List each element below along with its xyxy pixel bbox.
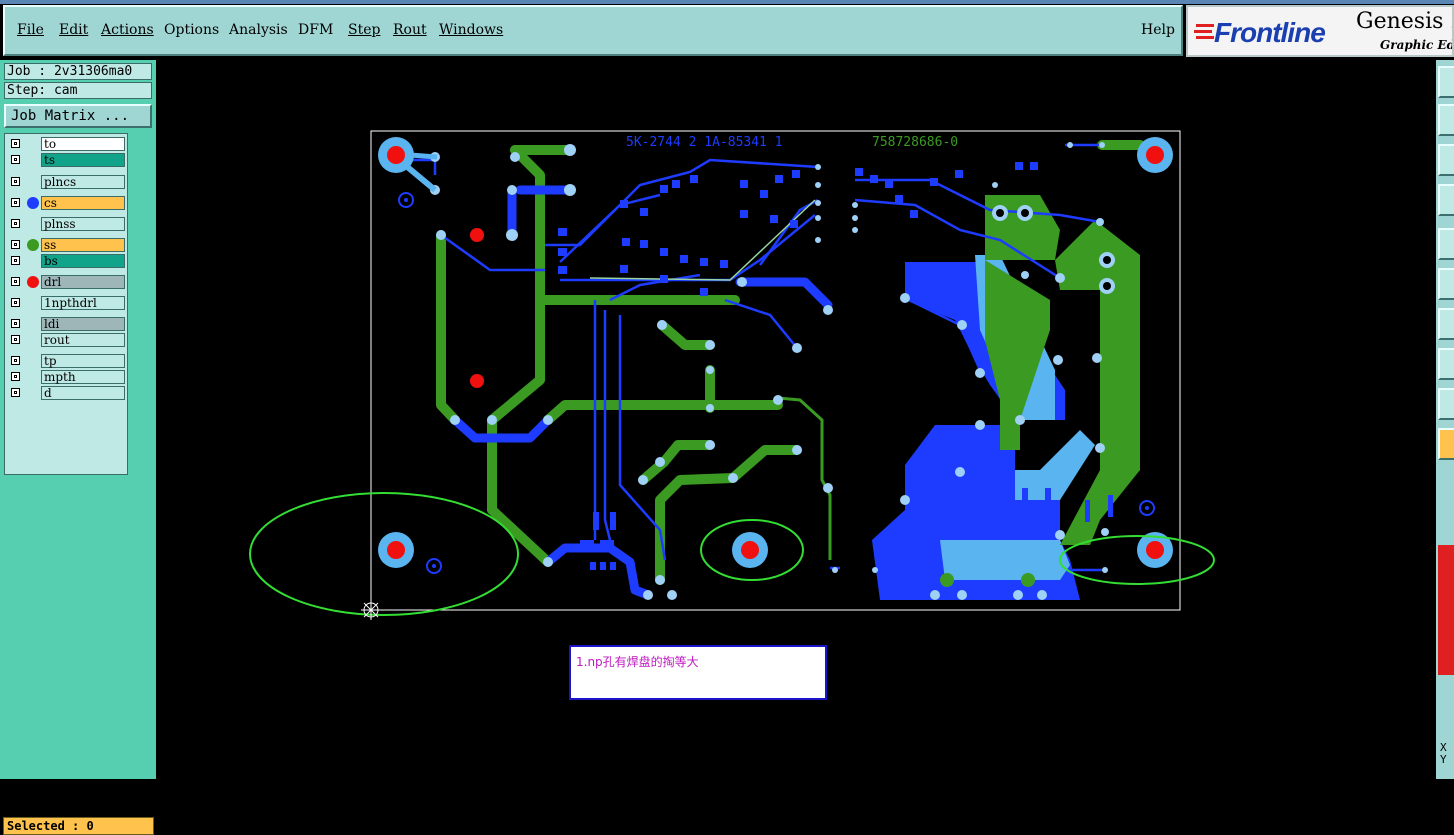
layer-row-plncs[interactable]: plncs (7, 175, 125, 190)
layer-name[interactable]: plnss (41, 217, 125, 231)
layer-checkbox[interactable] (11, 356, 20, 365)
tool-button-3[interactable] (1438, 144, 1454, 176)
layer-row-plnss[interactable]: plnss (7, 217, 125, 232)
layer-checkbox[interactable] (11, 155, 20, 164)
layer-row-cs[interactable]: cs (7, 196, 125, 211)
tool-button-8[interactable] (1438, 348, 1454, 380)
layer-color-dot (27, 276, 39, 288)
layer-name[interactable]: plncs (41, 175, 125, 189)
layer-color-dot (27, 197, 39, 209)
tool-button-6[interactable] (1438, 268, 1454, 300)
tool-button-4[interactable] (1438, 184, 1454, 216)
tool-button-7[interactable] (1438, 308, 1454, 340)
coord-y-label: Y (1440, 753, 1447, 766)
layer-name[interactable]: 1npthdrl (41, 296, 125, 310)
tool-button-5[interactable] (1438, 228, 1454, 260)
menu-actions[interactable]: Actions (101, 22, 154, 38)
layer-name[interactable]: ts (41, 153, 125, 167)
layer-checkbox[interactable] (11, 319, 20, 328)
board-text-blue: 5K-2744 2 1A-85341 1 (626, 135, 783, 150)
note-text: 1.np孔有焊盘的掏等大 (576, 655, 699, 669)
layer-name[interactable]: mpth (41, 370, 125, 384)
menu-dfm[interactable]: DFM (298, 22, 333, 38)
menu-help[interactable]: Help (1141, 22, 1175, 38)
layer-row-rout[interactable]: rout (7, 333, 125, 348)
layer-row-1npthdrl[interactable]: 1npthdrl (7, 296, 125, 311)
layer-checkbox[interactable] (11, 219, 20, 228)
layer-checkbox[interactable] (11, 277, 20, 286)
origin-marker-icon (361, 600, 381, 620)
window-title-strip (0, 0, 1454, 4)
layer-checkbox[interactable] (11, 240, 20, 249)
layer-checkbox[interactable] (11, 198, 20, 207)
layer-name[interactable]: bs (41, 254, 125, 268)
layer-row-to[interactable]: to (7, 137, 125, 152)
menu-edit[interactable]: Edit (59, 22, 88, 38)
job-name: Job : 2v31306ma0 (4, 63, 152, 80)
layer-checkbox[interactable] (11, 256, 20, 265)
board-text-green: 758728686-0 (872, 135, 958, 150)
tool-button-1[interactable] (1438, 66, 1454, 98)
menu-analysis[interactable]: Analysis (229, 22, 288, 38)
layer-row-d[interactable]: d (7, 386, 125, 401)
menu-step[interactable]: Step (348, 22, 380, 38)
annotation-note[interactable]: 1.np孔有焊盘的掏等大 (569, 645, 827, 700)
tool-button-10[interactable] (1438, 428, 1454, 460)
layer-name[interactable]: tp (41, 354, 125, 368)
layer-row-bs[interactable]: bs (7, 254, 125, 269)
menu-file[interactable]: File (17, 22, 44, 38)
menu-windows[interactable]: Windows (439, 22, 503, 38)
corner-pad-trace-2 (409, 152, 438, 160)
coordinate-readout: X Y (1440, 742, 1447, 766)
layer-row-ss[interactable]: ss (7, 238, 125, 253)
layer-name[interactable]: rout (41, 333, 125, 347)
layer-row-ts[interactable]: ts (7, 153, 125, 168)
layer-color-dot (27, 239, 39, 251)
layer-row-mpth[interactable]: mpth (7, 370, 125, 385)
layer-name[interactable]: cs (41, 196, 125, 210)
layer-checkbox[interactable] (11, 335, 20, 344)
job-matrix-button[interactable]: Job Matrix ... (4, 104, 152, 128)
layer-checkbox[interactable] (11, 372, 20, 381)
tool-button-9[interactable] (1438, 388, 1454, 420)
menu-bar: File Edit Actions Options Analysis DFM S… (3, 5, 1183, 56)
layer-checkbox[interactable] (11, 388, 20, 397)
logo-stripes-icon (1194, 24, 1214, 39)
layer-checkbox[interactable] (11, 298, 20, 307)
layer-name[interactable]: d (41, 386, 125, 400)
logo-subtitle: Graphic Edi (1380, 38, 1454, 52)
layer-name[interactable]: drl (41, 275, 125, 289)
layer-panel: Job : 2v31306ma0 Step: cam Job Matrix ..… (0, 60, 156, 835)
right-color-indicator (1438, 545, 1454, 675)
layer-row-ldi[interactable]: ldi (7, 317, 125, 332)
layer-name[interactable]: ss (41, 238, 125, 252)
menu-options[interactable]: Options (164, 22, 219, 38)
logo-brand: Frontline (1214, 17, 1326, 48)
layer-row-drl[interactable]: drl (7, 275, 125, 290)
menu-rout[interactable]: Rout (393, 22, 427, 38)
logo-title: Genesis 2 (1356, 9, 1454, 34)
frontline-logo: Frontline Genesis 2 Graphic Edi (1186, 5, 1454, 57)
layer-checkbox[interactable] (11, 177, 20, 186)
tool-button-2[interactable] (1438, 104, 1454, 136)
layer-list: to ts plncs cs plnss ss bs drl 1npthdrl ldi rout tp… (4, 133, 128, 475)
layer-row-tp[interactable]: tp (7, 354, 125, 369)
layer-name[interactable]: to (41, 137, 125, 151)
layer-name[interactable]: ldi (41, 317, 125, 331)
layer-checkbox[interactable] (11, 139, 20, 148)
step-name: Step: cam (4, 82, 152, 99)
selected-count: Selected : 0 (3, 817, 154, 835)
